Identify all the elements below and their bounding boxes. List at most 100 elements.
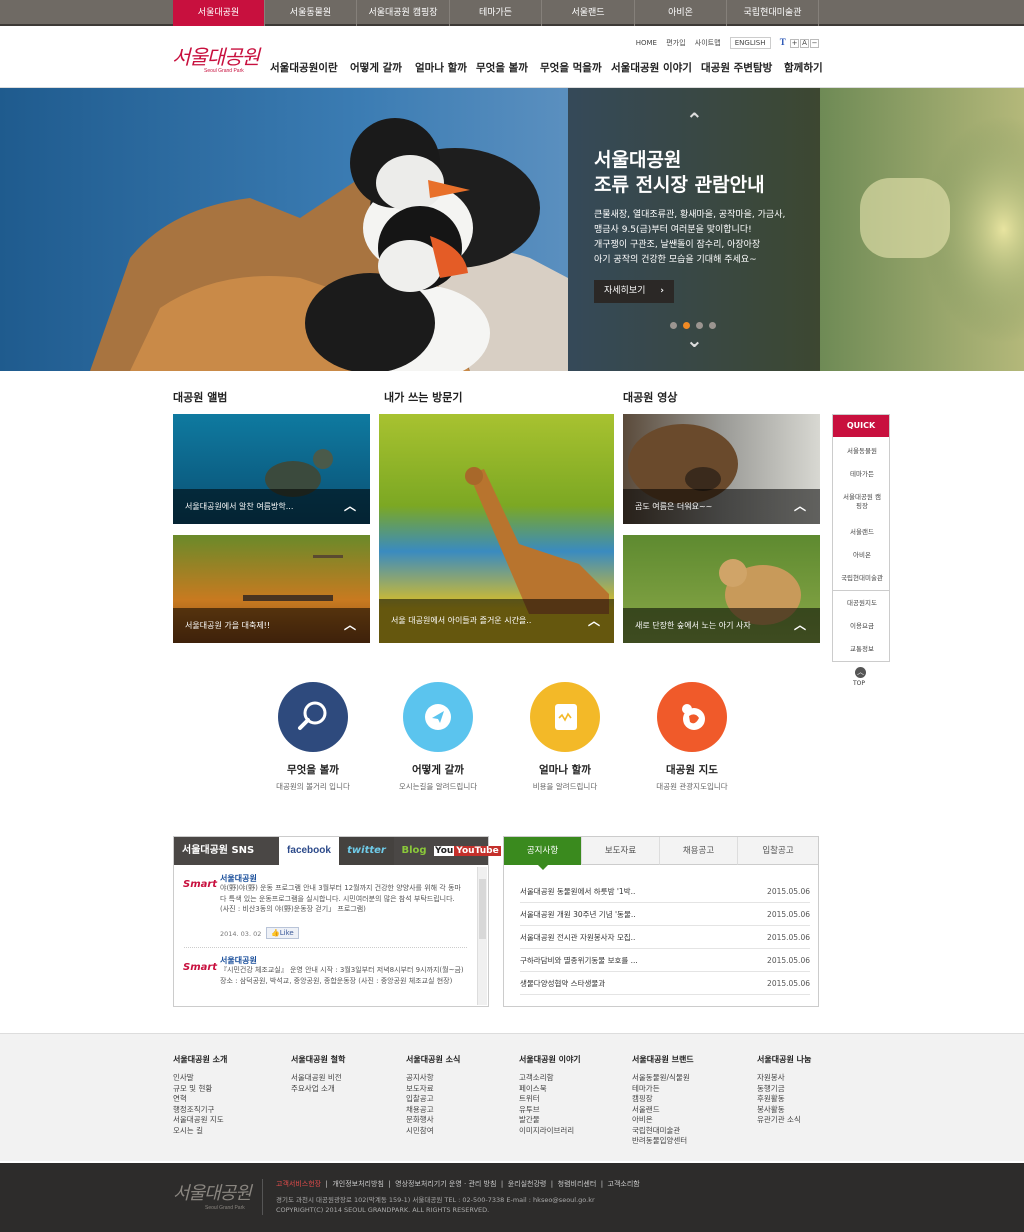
footer-link[interactable]: 행정조직기구 [173, 1105, 227, 1116]
family-tab-camping[interactable]: 서울대공원 캠핑장 [357, 0, 450, 26]
notice-row[interactable]: 생물다양성협약 스타생물과 2015.05.06 [520, 972, 810, 995]
english-link[interactable]: ENGLISH [729, 37, 771, 49]
footer-col-heading[interactable]: 서울대공원 나눔 [757, 1054, 811, 1065]
family-tab-seoul-land[interactable]: 서울랜드 [542, 0, 635, 26]
quick-item-camping[interactable]: 서울대공원 캠핑장 [833, 493, 891, 511]
notice-row[interactable]: 구하라담비와 멸종위기동물 보호를 ... 2015.05.06 [520, 949, 810, 972]
footer-link[interactable]: 주요사업 소개 [291, 1084, 345, 1095]
album-thumb-1[interactable]: 서울대공원에서 알찬 여름방학... ︿ [173, 414, 370, 524]
quick-item-seoul-land[interactable]: 서울랜드 [833, 528, 891, 537]
footer-link[interactable]: 채용공고 [406, 1105, 460, 1116]
footer-link[interactable]: 이미지라이브러리 [519, 1126, 581, 1137]
footer-link[interactable]: 인사말 [173, 1073, 227, 1084]
footer-link[interactable]: 서울대공원 비전 [291, 1073, 345, 1084]
nav-how-to-get[interactable]: 어떻게 갈까 [350, 60, 402, 75]
notice-row[interactable]: 서울대공원 동물원에서 하룻밤 '1박.. 2015.05.06 [520, 880, 810, 903]
footer-link[interactable]: 서울랜드 [632, 1105, 694, 1116]
nav-story[interactable]: 서울대공원 이야기 [611, 60, 692, 75]
footer-link[interactable]: 자원봉사 [757, 1073, 811, 1084]
slide-dot-4[interactable] [709, 322, 716, 329]
what-to-see-title[interactable]: 무엇을 볼까 [243, 762, 383, 777]
footer-link[interactable]: 후원활동 [757, 1094, 811, 1105]
footer-col-heading[interactable]: 서울대공원 소식 [406, 1054, 460, 1065]
footer-link[interactable]: 페이스북 [519, 1084, 581, 1095]
footer-link[interactable]: 고객소리함 [519, 1073, 581, 1084]
how-to-get-shortcut[interactable] [403, 682, 473, 752]
site-logo[interactable]: 서울대공원 Seoul Grand Park [172, 41, 260, 74]
footer-link-privacy[interactable]: 개인정보처리방침 [332, 1180, 384, 1188]
footer-link[interactable]: 규모 및 현황 [173, 1084, 227, 1095]
quick-item-zoo[interactable]: 서울동물원 [833, 447, 891, 456]
park-map-shortcut[interactable] [657, 682, 727, 752]
slide-dot-1[interactable] [670, 322, 677, 329]
video-thumb-2[interactable]: 새로 단장한 숲에서 노는 아기 사자 ︿ [623, 535, 820, 643]
quick-item-fees[interactable]: 이용요금 [833, 622, 891, 631]
footer-link[interactable]: 아비온 [632, 1115, 694, 1126]
tab-blog[interactable]: Blog [394, 837, 434, 865]
quick-item-map[interactable]: 대공원지도 [833, 599, 891, 608]
footer-link[interactable]: 오시는 길 [173, 1126, 227, 1137]
footer-link[interactable]: 연혁 [173, 1094, 227, 1105]
fees-title[interactable]: 얼마나 할까 [495, 762, 635, 777]
tab-notice[interactable]: 공지사항 [504, 837, 582, 865]
footer-link[interactable]: 서울동물원/식물원 [632, 1073, 694, 1084]
font-decrease-button[interactable]: − [810, 39, 819, 48]
park-map-title[interactable]: 대공원 지도 [622, 762, 762, 777]
like-button[interactable]: 👍Like [266, 927, 299, 939]
footer-link-voice[interactable]: 고객소리함 [608, 1180, 640, 1188]
tab-bid[interactable]: 입찰공고 [738, 837, 818, 865]
hero-prev-arrow[interactable]: ⌃ [686, 108, 703, 132]
family-tab-theme-garden[interactable]: 테마가든 [450, 0, 542, 26]
sitemap-link[interactable]: 사이트맵 [695, 39, 721, 47]
top-label[interactable]: TOP [853, 680, 865, 687]
footer-col-heading[interactable]: 서울대공원 브랜드 [632, 1054, 694, 1065]
nav-fees[interactable]: 얼마나 할까 [415, 60, 467, 75]
family-tab-seoul-grand-park[interactable]: 서울대공원 [173, 0, 265, 26]
footer-link[interactable]: 봉사활동 [757, 1105, 811, 1116]
footer-link[interactable]: 시민참여 [406, 1126, 460, 1137]
footer-link[interactable]: 캠핑장 [632, 1094, 694, 1105]
footer-link[interactable]: 테마가든 [632, 1084, 694, 1095]
nav-what-to-eat[interactable]: 무엇을 먹을까 [540, 60, 602, 75]
tab-press[interactable]: 보도자료 [582, 837, 660, 865]
footer-link[interactable]: 서울대공원 지도 [173, 1115, 227, 1126]
family-tab-avion[interactable]: 아비온 [635, 0, 727, 26]
footer-link[interactable]: 공지사항 [406, 1073, 460, 1084]
tab-youtube[interactable]: You YouTube [434, 837, 501, 865]
font-reset-button[interactable]: A [800, 39, 809, 48]
how-to-get-title[interactable]: 어떻게 갈까 [368, 762, 508, 777]
what-to-see-shortcut[interactable] [278, 682, 348, 752]
footer-col-heading[interactable]: 서울대공원 철학 [291, 1054, 345, 1065]
sns-scroll-thumb[interactable] [479, 879, 486, 939]
footer-link[interactable]: 동행기금 [757, 1084, 811, 1095]
family-tab-zoo[interactable]: 서울동물원 [265, 0, 357, 26]
footer-col-heading[interactable]: 서울대공원 이야기 [519, 1054, 581, 1065]
footer-link-service-charter[interactable]: 고객서비스헌장 [276, 1180, 321, 1188]
notice-row[interactable]: 서울대공원 전시관 자원봉사자 모집.. 2015.05.06 [520, 926, 810, 949]
family-tab-mmca[interactable]: 국립현대미술관 [727, 0, 819, 26]
footer-link-cctv[interactable]: 영상정보처리기기 운영 · 관리 방침 [395, 1180, 496, 1188]
fees-shortcut[interactable] [530, 682, 600, 752]
footer-link[interactable]: 보도자료 [406, 1084, 460, 1095]
sns-scrollbar[interactable] [477, 867, 487, 1005]
nav-what-to-see[interactable]: 무엇을 볼까 [476, 60, 528, 75]
nav-together[interactable]: 함께하기 [784, 60, 823, 75]
footer-link[interactable]: 유투브 [519, 1105, 581, 1116]
notice-row[interactable]: 서울대공원 개원 30주년 기념 '동물.. 2015.05.06 [520, 903, 810, 926]
footer-link[interactable]: 유관기관 소식 [757, 1115, 811, 1126]
hero-next-arrow[interactable]: ⌄ [686, 328, 703, 352]
footer-link-ethics[interactable]: 윤리실천강령 [508, 1180, 547, 1188]
quick-item-theme-garden[interactable]: 테마가든 [833, 470, 891, 479]
footer-link[interactable]: 반려동물입양센터 [632, 1136, 694, 1147]
tab-recruit[interactable]: 채용공고 [660, 837, 738, 865]
footer-link[interactable]: 발간물 [519, 1115, 581, 1126]
footer-link-integrity[interactable]: 청렴비리센터 [558, 1180, 597, 1188]
font-increase-button[interactable]: + [790, 39, 799, 48]
footer-link[interactable]: 입찰공고 [406, 1094, 460, 1105]
home-link[interactable]: HOME [636, 39, 657, 47]
footer-link[interactable]: 국립현대미술관 [632, 1126, 694, 1137]
top-arrow-icon[interactable]: ︿ [855, 667, 866, 678]
quick-item-avion[interactable]: 아비온 [833, 551, 891, 560]
tab-facebook[interactable]: facebook [279, 837, 339, 865]
join-link[interactable]: 편가입 [666, 39, 685, 47]
